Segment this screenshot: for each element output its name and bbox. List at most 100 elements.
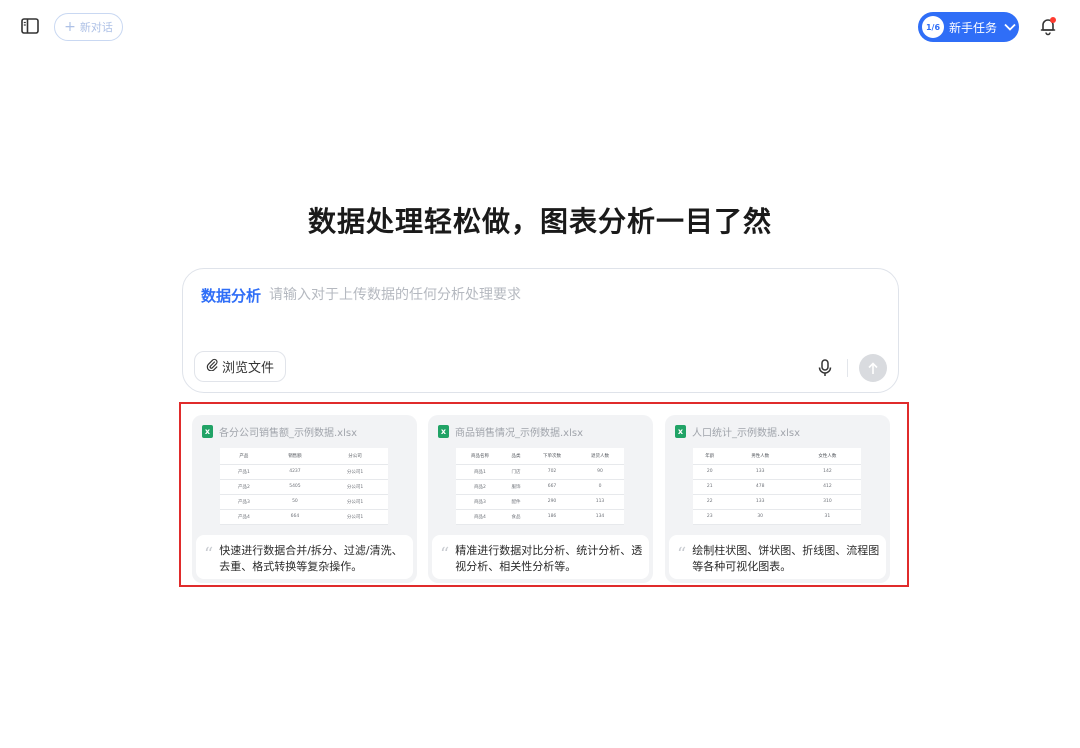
table-cell: 4237 bbox=[267, 464, 323, 480]
table-row: 产品1 4237 分公司1 bbox=[220, 464, 388, 480]
table-cell: 配件 bbox=[504, 494, 528, 510]
column-header: 品类 bbox=[504, 448, 528, 465]
paperclip-icon bbox=[206, 358, 218, 375]
mode-label[interactable]: 数据分析 bbox=[201, 285, 261, 306]
quote-icon: “ bbox=[440, 544, 450, 565]
description-text: 精准进行数据对比分析、统计分析、透视分析、相关性分析等。 bbox=[455, 544, 643, 573]
plus-icon: + bbox=[64, 19, 76, 35]
excel-file-icon: x bbox=[438, 425, 449, 438]
column-header: 产品 bbox=[220, 448, 268, 465]
column-header: 下单次数 bbox=[528, 448, 576, 465]
table-cell: 门店 bbox=[504, 464, 528, 480]
column-header: 男性人数 bbox=[726, 448, 794, 465]
arrow-up-icon bbox=[868, 361, 878, 374]
table-cell: 商品3 bbox=[456, 494, 504, 510]
table-cell: 商品4 bbox=[456, 509, 504, 525]
table-cell: 产品1 bbox=[220, 464, 268, 480]
table-cell: 23 bbox=[693, 509, 727, 525]
preview-table: 商品名称 品类 下单次数 退货人数 商品1 门店 702 90 商品2 服饰 6… bbox=[456, 448, 624, 525]
page-title: 数据处理轻松做，图表分析一目了然 bbox=[307, 205, 772, 238]
sidebar-toggle-icon[interactable] bbox=[20, 17, 40, 35]
table-row: 22 133 310 bbox=[693, 494, 861, 510]
preview-table: 产品 销售额 分公司 产品1 4237 分公司1 产品2 5405 分公司1 产… bbox=[220, 448, 388, 525]
table-cell: 商品2 bbox=[456, 479, 504, 495]
composer: 数据分析 浏览文件 bbox=[182, 268, 899, 393]
table-cell: 113 bbox=[576, 494, 624, 510]
table-cell: 5405 bbox=[267, 479, 323, 495]
sample-card-2[interactable]: x 人口统计_示例数据.xlsx 年龄 男性人数 女性人数 20 133 142… bbox=[665, 415, 890, 583]
column-header: 年龄 bbox=[693, 448, 727, 465]
table-row: 产品2 5405 分公司1 bbox=[220, 479, 388, 495]
description-text: 绘制柱状图、饼状图、折线图、流程图等各种可视化图表。 bbox=[692, 544, 880, 573]
table-cell: 412 bbox=[793, 479, 861, 495]
table-cell: 31 bbox=[793, 509, 861, 525]
card-description: “ 精准进行数据对比分析、统计分析、透视分析、相关性分析等。 bbox=[432, 535, 649, 579]
card-header: x 人口统计_示例数据.xlsx bbox=[675, 424, 800, 439]
browse-files-button[interactable]: 浏览文件 bbox=[194, 351, 286, 382]
card-header: x 商品销售情况_示例数据.xlsx bbox=[438, 424, 583, 439]
file-name: 商品销售情况_示例数据.xlsx bbox=[455, 428, 584, 439]
table-cell: 50 bbox=[267, 494, 323, 510]
table-cell: 478 bbox=[726, 479, 794, 495]
table-cell: 产品3 bbox=[220, 494, 268, 510]
table-row: 20 133 142 bbox=[693, 464, 861, 480]
table-cell: 664 bbox=[267, 509, 323, 525]
chevron-down-icon bbox=[1004, 23, 1016, 31]
excel-file-icon: x bbox=[675, 425, 686, 438]
toolbar-divider bbox=[847, 359, 848, 377]
notification-bell-icon[interactable] bbox=[1038, 16, 1058, 36]
table-row: 产品4 664 分公司1 bbox=[220, 509, 388, 525]
table-cell: 30 bbox=[726, 509, 794, 525]
table-cell: 分公司1 bbox=[322, 509, 388, 525]
card-description: “ 绘制柱状图、饼状图、折线图、流程图等各种可视化图表。 bbox=[669, 535, 886, 579]
table-cell: 商品1 bbox=[456, 464, 504, 480]
column-header: 销售额 bbox=[267, 448, 323, 465]
file-name: 各分公司销售额_示例数据.xlsx bbox=[219, 428, 358, 439]
table-row: 商品4 食品 186 134 bbox=[456, 509, 624, 525]
table-cell: 702 bbox=[528, 464, 576, 480]
column-header: 分公司 bbox=[322, 448, 388, 465]
page: + 新对话 1/6 新手任务 数据处理轻松做，图表分析一目了然 数据分析 浏览文… bbox=[0, 0, 1080, 748]
send-button[interactable] bbox=[859, 354, 887, 382]
sample-card-0[interactable]: x 各分公司销售额_示例数据.xlsx 产品 销售额 分公司 产品1 4237 … bbox=[192, 415, 417, 583]
browse-files-label: 浏览文件 bbox=[221, 361, 274, 376]
table-cell: 133 bbox=[726, 464, 794, 480]
microphone-icon[interactable] bbox=[817, 359, 833, 377]
description-text: 快速进行数据合并/拆分、过滤/清洗、去重、格式转换等复杂操作。 bbox=[219, 544, 403, 573]
column-header: 女性人数 bbox=[793, 448, 861, 465]
file-name: 人口统计_示例数据.xlsx bbox=[692, 428, 801, 439]
table-cell: 20 bbox=[693, 464, 727, 480]
table-cell: 服饰 bbox=[504, 479, 528, 495]
table-cell: 310 bbox=[793, 494, 861, 510]
quote-icon: “ bbox=[677, 544, 687, 565]
table-cell: 产品4 bbox=[220, 509, 268, 525]
table-cell: 186 bbox=[528, 509, 576, 525]
new-chat-button[interactable]: + 新对话 bbox=[54, 13, 123, 41]
table-row: 商品2 服饰 667 0 bbox=[456, 479, 624, 495]
table-row: 23 30 31 bbox=[693, 509, 861, 525]
preview-table: 年龄 男性人数 女性人数 20 133 142 21 478 412 22 13… bbox=[693, 448, 861, 525]
table-cell: 分公司1 bbox=[322, 494, 388, 510]
table-cell: 90 bbox=[576, 464, 624, 480]
card-description: “ 快速进行数据合并/拆分、过滤/清洗、去重、格式转换等复杂操作。 bbox=[196, 535, 413, 579]
table-row: 产品3 50 分公司1 bbox=[220, 494, 388, 510]
task-label: 新手任务 bbox=[949, 20, 998, 35]
column-header: 商品名称 bbox=[456, 448, 504, 465]
table-cell: 分公司1 bbox=[322, 464, 388, 480]
table-cell: 21 bbox=[693, 479, 727, 495]
column-header: 退货人数 bbox=[576, 448, 624, 465]
sample-card-1[interactable]: x 商品销售情况_示例数据.xlsx 商品名称 品类 下单次数 退货人数 商品1… bbox=[428, 415, 653, 583]
table-cell: 分公司1 bbox=[322, 479, 388, 495]
table-cell: 22 bbox=[693, 494, 727, 510]
quote-icon: “ bbox=[204, 544, 214, 565]
table-cell: 667 bbox=[528, 479, 576, 495]
table-row: 21 478 412 bbox=[693, 479, 861, 495]
prompt-input[interactable] bbox=[269, 283, 849, 307]
onboarding-tasks-button[interactable]: 1/6 新手任务 bbox=[918, 12, 1019, 42]
table-cell: 食品 bbox=[504, 509, 528, 525]
table-cell: 0 bbox=[576, 479, 624, 495]
task-progress-badge: 1/6 bbox=[922, 16, 944, 38]
table-cell: 134 bbox=[576, 509, 624, 525]
table-cell: 290 bbox=[528, 494, 576, 510]
table-cell: 产品2 bbox=[220, 479, 268, 495]
